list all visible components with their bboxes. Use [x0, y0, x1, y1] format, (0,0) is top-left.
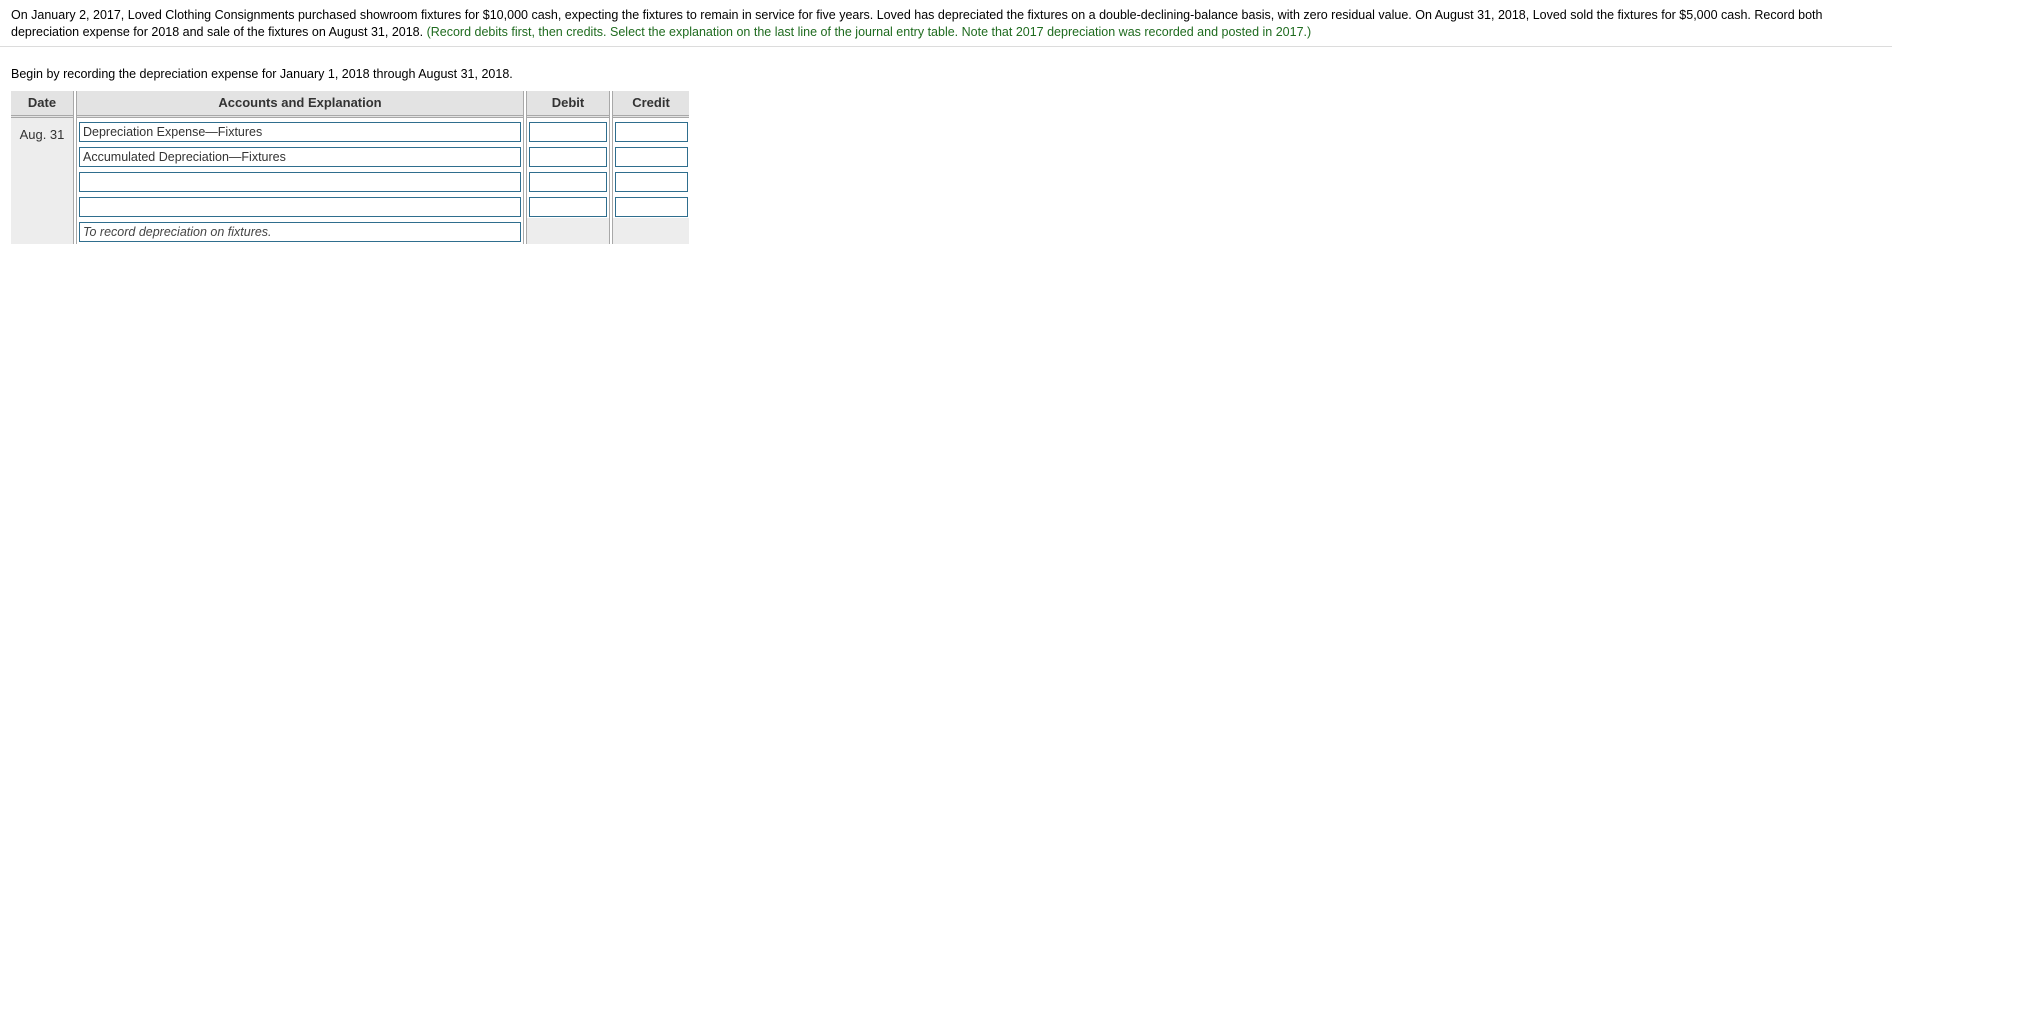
- account-input-2[interactable]: Accumulated Depreciation—Fixtures: [79, 147, 521, 167]
- debit-explanation-cell: [527, 218, 609, 244]
- column-separator: [609, 91, 613, 244]
- credit-input-3[interactable]: [615, 172, 688, 192]
- problem-statement: On January 2, 2017, Loved Clothing Consi…: [11, 7, 1901, 41]
- problem-line-1: On January 2, 2017, Loved Clothing Consi…: [11, 8, 1823, 22]
- header-accounts: Accounts and Explanation: [77, 91, 523, 118]
- credit-input-4[interactable]: [615, 197, 688, 217]
- header-debit: Debit: [527, 91, 609, 118]
- debit-input-1[interactable]: [529, 122, 607, 142]
- problem-line-2-text: depreciation expense for 2018 and sale o…: [11, 25, 424, 39]
- entry-date: Aug. 31: [19, 127, 65, 142]
- account-input-1[interactable]: Depreciation Expense—Fixtures: [79, 122, 521, 142]
- debit-input-3[interactable]: [529, 172, 607, 192]
- credit-explanation-cell: [613, 218, 689, 244]
- debit-input-2[interactable]: [529, 147, 607, 167]
- credit-input-2[interactable]: [615, 147, 688, 167]
- problem-line-2: depreciation expense for 2018 and sale o…: [11, 24, 1901, 41]
- instruction-text: Begin by recording the depreciation expe…: [11, 67, 513, 81]
- header-date: Date: [11, 91, 73, 118]
- journal-entry-table: Date Accounts and Explanation Debit Cred…: [11, 91, 689, 244]
- problem-note: (Record debits first, then credits. Sele…: [426, 25, 1312, 39]
- column-separator: [523, 91, 527, 244]
- account-input-3[interactable]: [79, 172, 521, 192]
- debit-input-4[interactable]: [529, 197, 607, 217]
- divider: [0, 46, 1892, 47]
- account-input-4[interactable]: [79, 197, 521, 217]
- explanation-select[interactable]: To record depreciation on fixtures.: [79, 222, 521, 242]
- header-credit: Credit: [613, 91, 689, 118]
- column-separator: [73, 91, 77, 244]
- credit-input-1[interactable]: [615, 122, 688, 142]
